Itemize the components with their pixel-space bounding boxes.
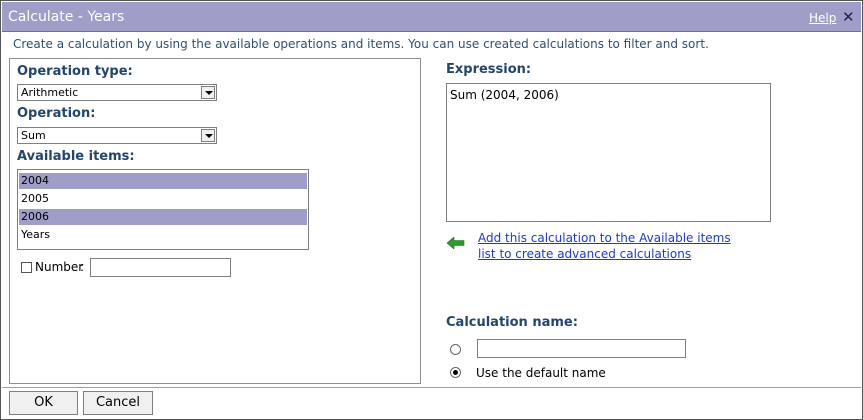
list-item[interactable]: 2006 <box>19 209 307 225</box>
operation-type-value: Arithmetic <box>21 86 79 99</box>
operation-type-label: Operation type: <box>17 64 133 79</box>
list-item[interactable]: 2004 <box>19 173 307 189</box>
number-checkbox[interactable] <box>21 262 32 273</box>
green-left-arrow-icon[interactable] <box>447 237 465 249</box>
custom-name-radio[interactable] <box>450 344 461 355</box>
operation-type-select[interactable]: Arithmetic <box>17 84 217 101</box>
calculate-dialog: Calculate - Years Help ✕ Create a calcul… <box>0 0 863 420</box>
operation-label: Operation: <box>17 106 96 121</box>
expression-textarea[interactable]: Sum (2004, 2006) <box>446 83 771 222</box>
default-name-label: Use the default name <box>476 366 606 380</box>
dialog-footer: OK Cancel <box>2 387 861 419</box>
dialog-title: Calculate - Years <box>8 9 125 25</box>
operation-select[interactable]: Sum <box>17 127 217 144</box>
cancel-button[interactable]: Cancel <box>83 391 153 415</box>
operation-value: Sum <box>21 129 46 142</box>
intro-text: Create a calculation by using the availa… <box>13 37 709 51</box>
number-separator: : <box>80 260 85 274</box>
dialog-titlebar: Calculate - Years Help ✕ <box>2 2 861 32</box>
calculation-name-input[interactable] <box>477 339 686 358</box>
add-calculation-link-line2[interactable]: list to create advanced calculations <box>478 247 691 261</box>
ok-button[interactable]: OK <box>9 391 78 415</box>
number-input[interactable] <box>90 258 231 277</box>
list-item[interactable]: Years <box>19 227 307 243</box>
number-label: Number <box>35 260 84 274</box>
expression-label: Expression: <box>446 62 532 77</box>
chevron-down-icon[interactable] <box>201 86 215 99</box>
close-icon[interactable]: ✕ <box>842 8 855 26</box>
help-link[interactable]: Help <box>809 11 836 25</box>
calculation-name-label: Calculation name: <box>446 315 578 330</box>
default-name-radio[interactable] <box>450 367 461 378</box>
add-calculation-link-line1[interactable]: Add this calculation to the Available it… <box>478 231 731 245</box>
list-item[interactable]: 2005 <box>19 191 307 207</box>
available-items-list[interactable]: 2004 2005 2006 Years <box>17 169 309 250</box>
available-items-label: Available items: <box>17 149 135 164</box>
chevron-down-icon[interactable] <box>201 129 215 142</box>
